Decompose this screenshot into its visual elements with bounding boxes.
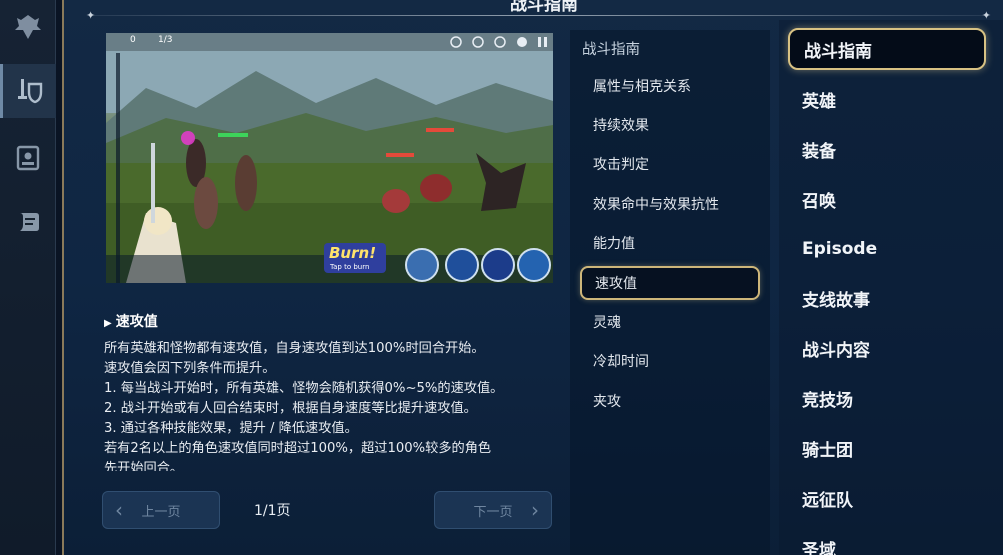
title-divider: [92, 15, 985, 16]
window-title: 战斗指南: [510, 0, 578, 15]
description-line: 速攻值会因下列条件而提升。: [104, 361, 276, 376]
submenu-item[interactable]: 攻击判定: [580, 147, 760, 181]
description-line: 3. 通过各种技能效果，提升 / 降低速攻值。: [104, 421, 358, 436]
hud-turn: 1/3: [158, 35, 173, 45]
description-title-text: 速攻值: [115, 314, 158, 330]
description-line: 1. 每当战斗开始时，所有英雄、怪物会随机获得0%~5%的速攻值。: [104, 381, 504, 396]
submenu-item-selected[interactable]: 速攻值: [580, 266, 760, 300]
description-line: 先开始回合。: [104, 461, 184, 471]
submenu-item[interactable]: 能力值: [580, 226, 760, 260]
emblem-icon[interactable]: [0, 0, 56, 54]
chevron-right-icon: ›: [531, 498, 539, 522]
category-item[interactable]: 英雄: [788, 78, 986, 120]
description-body: 所有英雄和怪物都有速攻值，自身速攻值到达100%时回合开始。 速攻值会因下列条件…: [104, 339, 556, 471]
submenu-item[interactable]: 属性与相克关系: [580, 69, 760, 103]
guide-window: ✦ ✦ 战斗指南 0 1/3 Burn! Tap to burn ▶ 速攻值 所…: [62, 0, 1003, 555]
burn-text: Burn!: [329, 244, 377, 262]
category-item[interactable]: 支线故事: [788, 277, 986, 319]
description-title: ▶ 速攻值: [104, 311, 158, 331]
description-line: 所有英雄和怪物都有速攻值，自身速攻值到达100%时回合开始。: [104, 341, 485, 356]
category-item[interactable]: 召唤: [788, 178, 986, 220]
next-page-button[interactable]: 下一页 ›: [434, 491, 552, 529]
submenu-item[interactable]: 冷却时间: [580, 344, 760, 378]
triangle-bullet-icon: ▶: [104, 318, 112, 329]
submenu-item[interactable]: 持续效果: [580, 108, 760, 142]
category-item[interactable]: 装备: [788, 128, 986, 170]
next-page-label: 下一页: [473, 504, 513, 520]
sword-shield-icon[interactable]: [0, 64, 56, 118]
side-rail: [0, 0, 56, 555]
prev-page-button[interactable]: ‹ 上一页: [102, 491, 220, 529]
burn-subtext: Tap to burn: [330, 263, 370, 271]
category-item[interactable]: 战斗内容: [788, 327, 986, 369]
category-item[interactable]: 骑士团: [788, 427, 986, 469]
prev-page-label: 上一页: [141, 504, 181, 520]
battle-screenshot: 0 1/3 Burn! Tap to burn: [106, 33, 553, 283]
category-item[interactable]: 竞技场: [788, 377, 986, 419]
star-ornament-icon: ✦: [86, 9, 96, 22]
category-item[interactable]: 远征队: [788, 477, 986, 519]
scroll-icon[interactable]: [0, 195, 56, 249]
category-item-selected[interactable]: 战斗指南: [788, 28, 986, 70]
category-item[interactable]: Episode: [788, 228, 986, 270]
page-indicator: 1/1页: [254, 503, 291, 519]
submenu-item[interactable]: 效果命中与效果抗性: [580, 187, 760, 221]
hud-energy: 0: [130, 35, 136, 45]
submenu-item[interactable]: 夹攻: [580, 384, 760, 418]
chevron-left-icon: ‹: [115, 498, 123, 522]
category-item[interactable]: 圣域: [788, 527, 986, 555]
description-line: 若有2名以上的角色速攻值同时超过100%，超过100%较多的角色: [104, 441, 492, 456]
submenu-heading: 战斗指南: [582, 42, 640, 58]
card-icon[interactable]: [0, 131, 56, 185]
submenu-item[interactable]: 灵魂: [580, 305, 760, 339]
description-line: 2. 战斗开始或有人回合结束时，根据自身速度等比提升速攻值。: [104, 401, 477, 416]
